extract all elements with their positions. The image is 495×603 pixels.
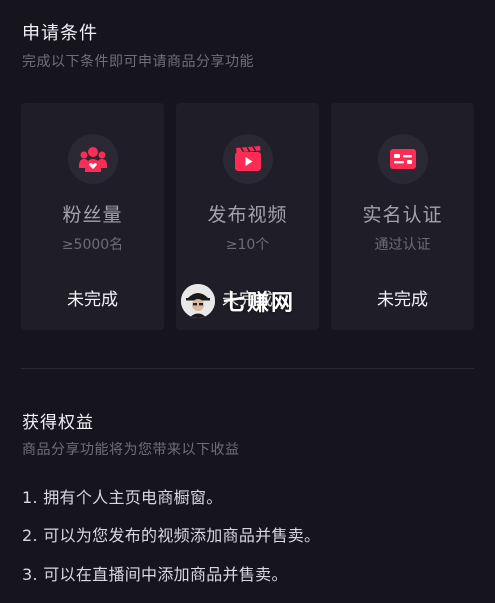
video-icon — [223, 134, 273, 184]
card-name: 发布视频 — [207, 204, 288, 226]
section-title-requirements: 申请条件 — [22, 23, 98, 44]
card-requirement: ≥10个 — [225, 237, 270, 253]
watermark: 七赚网 — [181, 281, 311, 321]
section-title-benefits: 获得权益 — [22, 413, 94, 433]
benefit-item: 1. 拥有个人主页电商橱窗。 — [22, 488, 223, 507]
section-subtitle-requirements: 完成以下条件即可申请商品分享功能 — [22, 54, 254, 70]
card-name: 实名认证 — [362, 204, 443, 226]
watermark-avatar-icon — [181, 284, 215, 318]
card-status: 未完成 — [377, 290, 428, 310]
card-requirement: ≥5000名 — [61, 237, 124, 253]
fans-icon — [68, 134, 118, 184]
benefit-item: 3. 可以在直播间中添加商品并售卖。 — [22, 565, 288, 584]
card-name: 粉丝量 — [62, 204, 123, 226]
card-status: 未完成 — [67, 290, 118, 310]
section-divider — [21, 368, 474, 369]
section-subtitle-benefits: 商品分享功能将为您带来以下收益 — [22, 442, 240, 458]
requirement-card-verification: 实名认证 通过认证 未完成 — [331, 103, 474, 330]
requirement-card-fans: 粉丝量 ≥5000名 未完成 — [21, 103, 164, 330]
benefit-item: 2. 可以为您发布的视频添加商品并售卖。 — [22, 526, 321, 545]
id-card-icon — [378, 134, 428, 184]
watermark-text: 七赚网 — [223, 291, 296, 316]
card-requirement: 通过认证 — [374, 237, 431, 253]
